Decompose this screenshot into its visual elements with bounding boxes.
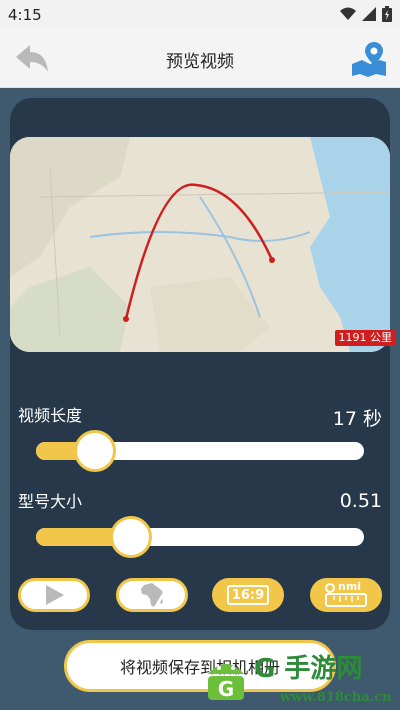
africa-icon: [141, 583, 163, 607]
map-image: [10, 137, 390, 352]
distance-badge: 1191 公里: [334, 330, 396, 346]
status-bar: 4:15: [0, 0, 400, 30]
aspect-16-9-icon: 16:9: [226, 585, 270, 605]
play-button[interactable]: [18, 578, 90, 612]
status-time: 4:15: [8, 6, 42, 24]
map-location-button[interactable]: [350, 40, 388, 78]
aspect-ratio-button[interactable]: 16:9: [212, 578, 284, 612]
africa-model-button[interactable]: [116, 578, 188, 612]
aspect-ratio-label: 16:9: [231, 587, 265, 603]
save-to-album-button[interactable]: 将视频保存到相机相册: [64, 640, 336, 692]
route-end-point: [269, 257, 275, 263]
route-start-point: [123, 316, 129, 322]
video-length-slider[interactable]: [36, 430, 364, 472]
slider-thumb[interactable]: [110, 516, 153, 558]
map-pin-icon: [352, 42, 386, 77]
app-bar: 预览视频: [0, 30, 400, 88]
map-preview[interactable]: [10, 137, 390, 352]
slider-thumb[interactable]: [74, 430, 117, 472]
distance-unit-label: nmi: [338, 580, 362, 593]
watermark-url: www.818cha.cn: [280, 690, 392, 705]
video-length-value: 17 秒: [332, 408, 382, 430]
signal-icon: [362, 7, 376, 21]
model-size-value: 0.51: [339, 490, 382, 512]
video-length-label: 视频长度: [18, 406, 83, 425]
play-icon: [46, 585, 64, 605]
battery-icon: [382, 6, 392, 22]
model-size-slider[interactable]: [36, 516, 364, 558]
distance-unit-button[interactable]: nmi: [310, 578, 382, 612]
model-size-label: 型号大小: [18, 492, 83, 511]
page-title: 预览视频: [166, 52, 234, 72]
wifi-icon: [340, 7, 356, 20]
status-icons: [340, 6, 392, 22]
ruler-nmi-icon: nmi: [324, 580, 368, 608]
